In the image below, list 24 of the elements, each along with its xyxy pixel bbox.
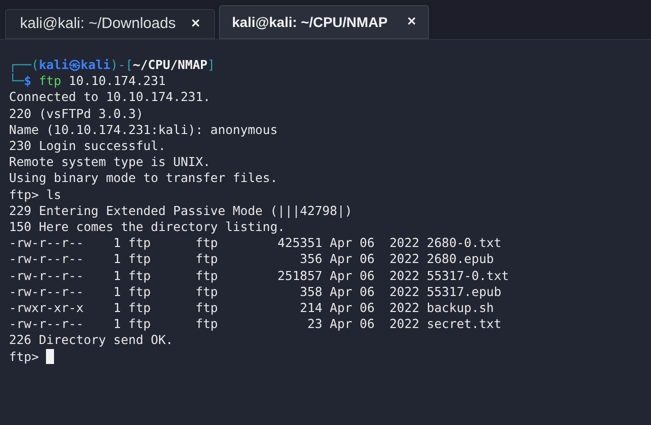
ftp-prompt: ftp> <box>9 348 40 365</box>
cursor-icon <box>46 349 54 364</box>
command-line: └─$ ftp 10.10.174.231 <box>9 73 166 90</box>
output-line: Remote system type is UNIX. <box>9 154 210 170</box>
output-line: 150 Here comes the directory listing. <box>9 219 286 236</box>
terminal-tab[interactable]: kali@kali: ~/Downloads × <box>5 9 215 39</box>
output-line: Connected to 10.10.174.231. <box>9 89 210 106</box>
prompt-line: ┌──(kali㉿kali)-[~/CPU/NMAP] <box>9 57 215 74</box>
output-line: Using binary mode to transfer files. <box>9 170 278 187</box>
terminal-tab[interactable]: kali@kali: ~/CPU/NMAP × <box>219 5 429 39</box>
output-line: -rwxr-xr-x 1 ftp ftp 214 Apr 06 2022 backup.sh <box>9 300 494 316</box>
output-line: -rw-r--r-- 1 ftp ftp 425351 Apr 06 2022 2680-0.txt <box>9 235 502 252</box>
output-line: -rw-r--r-- 1 ftp ftp 358 Apr 06 2022 55317.epub <box>9 284 502 300</box>
output-line: 229 Entering Extended Passive Mode (|||42798|) <box>9 202 352 220</box>
output-line: 220 (vsFTPd 3.0.3) <box>9 106 144 122</box>
output-line: Name (10.10.174.231:kali): anonymous <box>9 122 278 138</box>
output-line: ftp> ls <box>9 186 62 203</box>
output-line: 226 Directory send OK. <box>9 332 174 349</box>
output-line: 230 Login successful. <box>9 138 166 154</box>
output-line: -rw-r--r-- 1 ftp ftp 23 Apr 06 2022 secret.txt <box>9 316 502 332</box>
output-line: -rw-r--r-- 1 ftp ftp 251857 Apr 06 2022 55317-0.txt <box>9 268 509 284</box>
output-line: -rw-r--r-- 1 ftp ftp 356 Apr 06 2022 2680.epub <box>9 251 494 268</box>
close-button[interactable]: × <box>407 10 416 34</box>
close-button[interactable]: × <box>191 12 200 36</box>
